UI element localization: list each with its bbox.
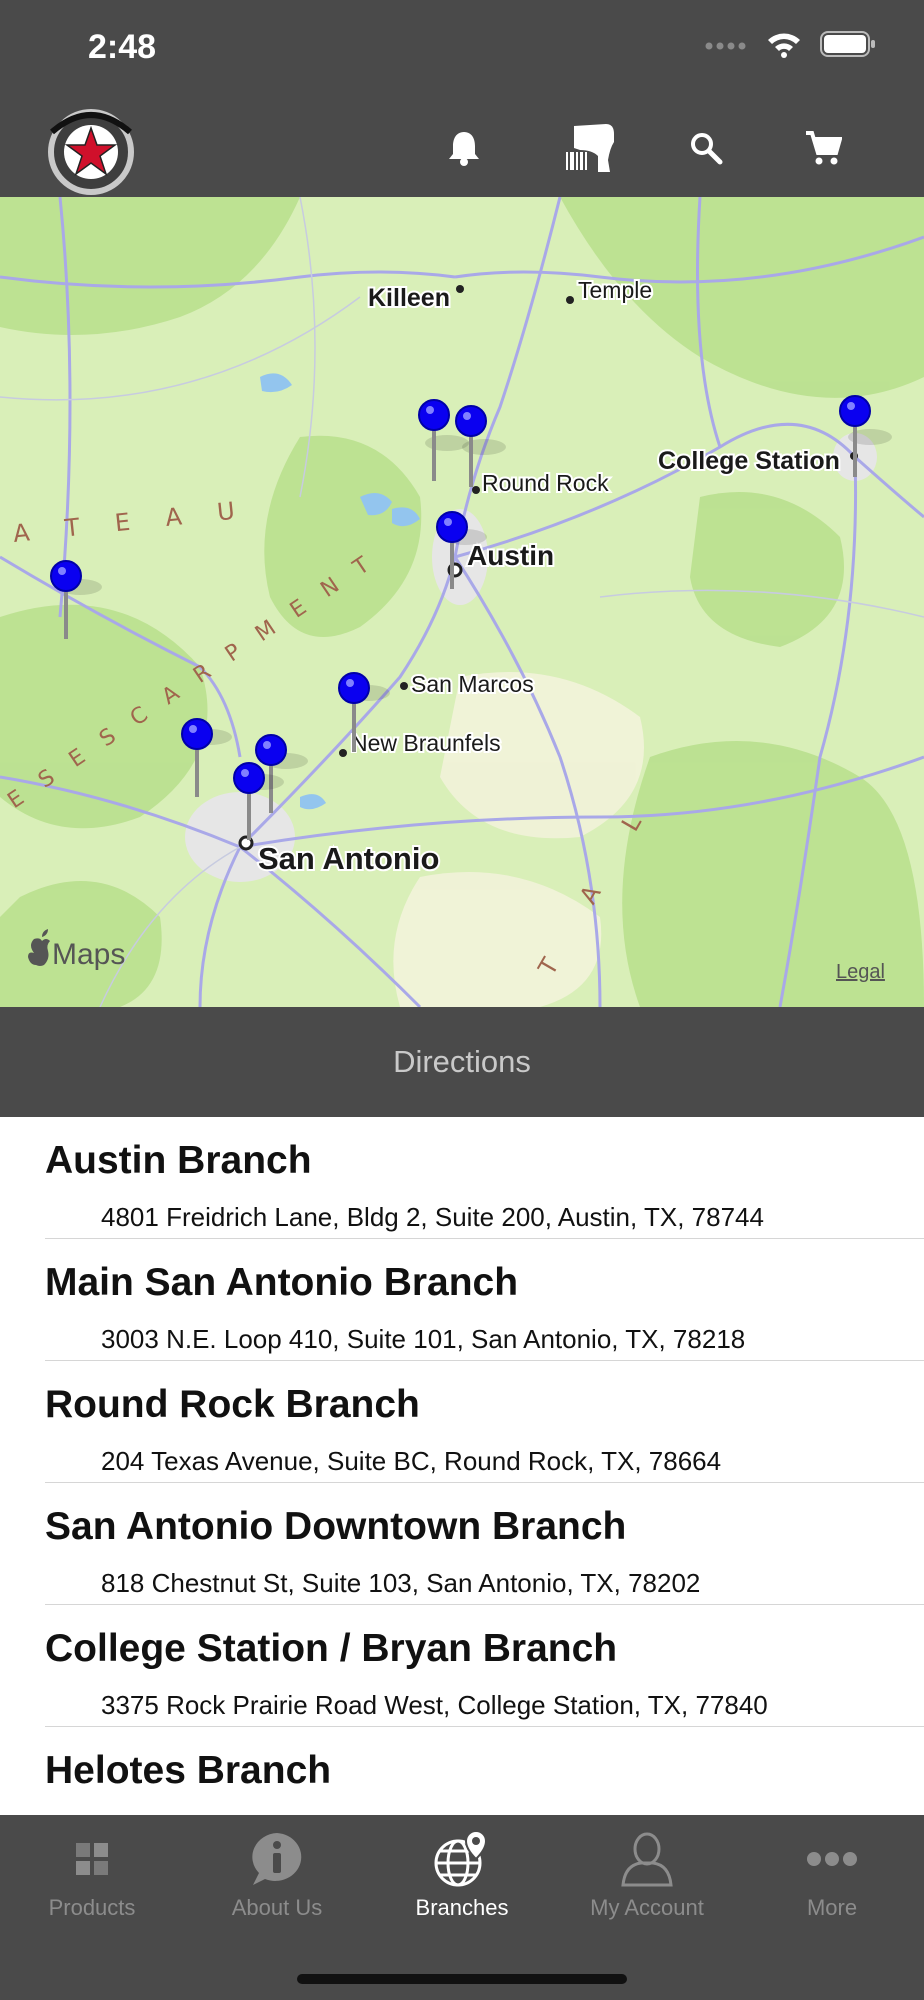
branch-name: Austin Branch	[45, 1139, 312, 1182]
globe-pin-icon	[434, 1829, 488, 1887]
branch-row[interactable]: Round Rock Branch 204 Texas Avenue, Suit…	[0, 1361, 924, 1483]
branch-name: Helotes Branch	[45, 1749, 332, 1792]
branch-name: College Station / Bryan Branch	[45, 1627, 618, 1670]
home-indicator[interactable]	[297, 1974, 627, 1984]
branch-list: Austin Branch 4801 Freidrich Lane, Bldg …	[0, 1117, 924, 1815]
battery-icon	[820, 31, 875, 57]
status-bar: 2:48	[0, 0, 924, 98]
person-icon	[621, 1832, 673, 1887]
maps-label: Maps	[52, 938, 125, 971]
branch-address: 3375 Rock Prairie Road West, College Sta…	[101, 1690, 768, 1720]
signal-icon	[705, 42, 746, 50]
tab-label: My Account	[590, 1895, 704, 1920]
status-icons	[704, 30, 876, 58]
directions-button[interactable]: Directions	[0, 1007, 924, 1117]
tab-label: More	[806, 1895, 858, 1920]
branch-row[interactable]: Helotes Branch	[0, 1727, 924, 1815]
cart-button[interactable]	[795, 120, 851, 176]
branch-map[interactable]: A T E A U E S E S C A R P M E N T T A L …	[0, 197, 924, 1007]
barcode-scanner-button[interactable]	[562, 120, 618, 176]
map-label-austin: Austin	[467, 540, 554, 571]
barcode-scanner-icon	[566, 124, 614, 172]
grid-icon	[76, 1843, 108, 1875]
tab-label: Branches	[415, 1895, 509, 1920]
search-icon	[691, 133, 723, 165]
tab-more[interactable]: More	[740, 1815, 924, 1945]
tab-label: Products	[48, 1895, 136, 1920]
info-bubble-icon	[252, 1833, 302, 1885]
branch-address: 3003 N.E. Loop 410, Suite 101, San Anton…	[101, 1324, 746, 1354]
tab-products[interactable]: Products	[0, 1815, 184, 1945]
tab-label: About Us	[231, 1895, 323, 1920]
map-label-killeen: Killeen	[368, 284, 450, 312]
tab-about-us[interactable]: About Us	[185, 1815, 369, 1945]
wifi-icon	[768, 33, 800, 58]
notifications-button[interactable]	[436, 120, 492, 176]
branch-name: San Antonio Downtown Branch	[45, 1505, 627, 1548]
search-button[interactable]	[678, 120, 734, 176]
top-navigation-bar	[0, 98, 924, 197]
map-label-temple: Temple	[578, 277, 652, 303]
tab-my-account[interactable]: My Account	[555, 1815, 739, 1945]
branch-address: 4801 Freidrich Lane, Bldg 2, Suite 200, …	[101, 1202, 764, 1232]
branch-row[interactable]: Austin Branch 4801 Freidrich Lane, Bldg …	[0, 1117, 924, 1239]
ellipsis-icon	[807, 1852, 857, 1866]
map-label-san-antonio: San Antonio	[258, 841, 439, 876]
map-label-san-marcos: San Marcos	[411, 671, 534, 697]
branch-name: Round Rock Branch	[45, 1383, 420, 1426]
bell-icon	[449, 132, 479, 166]
map-label-new-braunfels: New Braunfels	[351, 730, 501, 756]
legal-link[interactable]: Legal	[836, 961, 885, 983]
map-label-college-station: College Station	[658, 447, 840, 475]
branch-address: 204 Texas Avenue, Suite BC, Round Rock, …	[101, 1446, 722, 1476]
branch-row[interactable]: Main San Antonio Branch 3003 N.E. Loop 4…	[0, 1239, 924, 1361]
status-time: 2:48	[88, 28, 157, 66]
branch-row[interactable]: College Station / Bryan Branch 3375 Rock…	[0, 1605, 924, 1727]
cart-icon	[806, 131, 842, 165]
branch-row[interactable]: San Antonio Downtown Branch 818 Chestnut…	[0, 1483, 924, 1605]
hill-country-logo[interactable]	[44, 102, 138, 196]
tab-branches[interactable]: Branches	[370, 1815, 554, 1945]
branch-address: 818 Chestnut St, Suite 103, San Antonio,…	[101, 1568, 701, 1598]
branch-name: Main San Antonio Branch	[45, 1261, 519, 1304]
tab-bar: Products About Us Branches My Account Mo…	[0, 1815, 924, 2000]
map-label-round-rock: Round Rock	[482, 470, 609, 496]
